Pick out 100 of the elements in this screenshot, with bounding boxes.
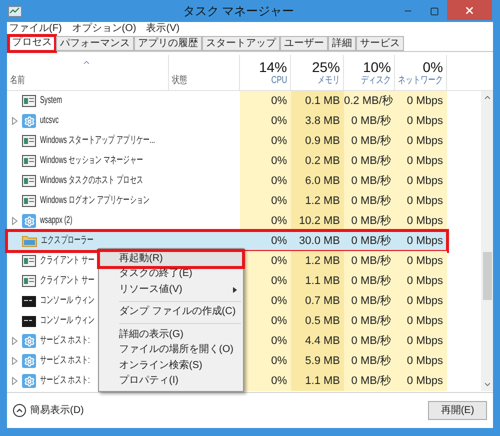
network-cell: 0 Mbps	[395, 131, 447, 151]
disk-cell: 0 MB/秒	[344, 331, 395, 351]
window-icon	[22, 155, 36, 167]
resume-button[interactable]: 再開(E)	[428, 401, 487, 420]
disk-cell: 0.2 MB/秒	[344, 91, 395, 111]
scroll-up-icon[interactable]	[482, 93, 492, 102]
memory-cell: 5.9 MB	[291, 351, 344, 371]
tab[interactable]: パフォーマンス	[56, 36, 134, 51]
expand-arrow-icon[interactable]	[12, 377, 18, 385]
context-menu-item[interactable]: タスクの終了(E)	[99, 266, 243, 282]
window-icon	[22, 255, 36, 267]
window-icon	[22, 95, 36, 107]
disk-cell: 0 MB/秒	[344, 171, 395, 191]
gear-icon	[22, 354, 36, 368]
column-percent: 0%	[422, 59, 443, 75]
cpu-cell: 0%	[240, 211, 291, 231]
close-button[interactable]	[447, 0, 492, 20]
console-icon	[22, 296, 36, 306]
context-menu-item[interactable]: ダンプ ファイルの作成(C)	[99, 304, 243, 320]
cpu-cell: 0%	[240, 151, 291, 171]
network-cell: 0 Mbps	[395, 271, 447, 291]
expand-arrow-icon[interactable]	[12, 337, 18, 345]
network-cell: 0 Mbps	[395, 111, 447, 131]
memory-cell: 1.2 MB	[291, 191, 344, 211]
column-header[interactable]: CPU	[271, 75, 287, 87]
disk-cell: 0 MB/秒	[344, 111, 395, 131]
context-menu-item[interactable]: ファイルの場所を開く(O)	[99, 342, 243, 358]
memory-cell: 0.1 MB	[291, 91, 344, 111]
memory-cell: 1.1 MB	[291, 371, 344, 391]
cpu-cell: 0%	[240, 91, 291, 111]
fewer-details-button[interactable]: 簡易表示(D)	[13, 403, 84, 418]
memory-cell: 0.5 MB	[291, 311, 344, 331]
column-percent: 10%	[362, 59, 391, 75]
folder-icon	[22, 235, 37, 247]
process-name: Windows セッション マネージャー	[40, 154, 144, 168]
memory-cell: 6.0 MB	[291, 171, 344, 191]
app-icon	[8, 6, 22, 16]
memory-cell: 4.4 MB	[291, 331, 344, 351]
network-cell: 0 Mbps	[395, 151, 447, 171]
column-header[interactable]: メモリ	[318, 75, 340, 87]
column-percent: 14%	[258, 59, 287, 75]
expand-arrow-icon[interactable]	[12, 117, 18, 125]
process-name: コンソール ウィン	[40, 294, 95, 308]
selected-row[interactable]: エクスプローラー 0% 30.0 MB 0 MB/秒 0 Mbps	[7, 231, 447, 251]
network-cell: 0 Mbps	[395, 331, 447, 351]
memory-cell: 0.7 MB	[291, 291, 344, 311]
menu-item[interactable]: ファイル(F)	[9, 22, 62, 36]
network-cell: 0 Mbps	[395, 191, 447, 211]
tab[interactable]: アプリの履歴	[134, 36, 202, 51]
disk-cell-text: 0 MB/秒	[350, 234, 392, 249]
disk-cell: 0 MB/秒	[344, 211, 395, 231]
column-header[interactable]: ネットワーク	[398, 75, 443, 87]
network-cell: 0 Mbps	[395, 211, 447, 231]
process-name: サービス ホスト:	[40, 374, 90, 388]
disk-cell: 0 MB/秒	[344, 311, 395, 331]
process-name: クライアント サー	[40, 274, 95, 288]
scroll-thumb[interactable]	[482, 252, 492, 300]
memory-cell: 3.8 MB	[291, 111, 344, 131]
window-icon	[22, 195, 36, 207]
tab[interactable]: ユーザー	[280, 36, 328, 51]
process-name: Windows ログオン アプリケーション	[40, 194, 150, 208]
tab[interactable]: プロセス	[8, 35, 56, 51]
column-header[interactable]: ディスク	[361, 75, 391, 87]
disk-cell: 0 MB/秒	[344, 371, 395, 391]
context-menu-item[interactable]: プロパティ(I)	[99, 374, 243, 389]
network-cell: 0 Mbps	[395, 251, 447, 271]
process-name: エクスプローラー	[41, 234, 94, 248]
window-title: タスク マネージャー	[182, 3, 296, 20]
gear-icon	[22, 114, 36, 128]
context-menu-item[interactable]: 詳細の表示(G)	[99, 327, 243, 342]
close-icon	[464, 4, 475, 16]
expand-arrow-icon[interactable]	[12, 217, 18, 225]
window-icon	[22, 175, 36, 187]
tab[interactable]: サービス	[356, 36, 404, 51]
process-name: wsappx (2)	[40, 214, 72, 228]
column-header[interactable]: 名前	[10, 75, 25, 87]
menu-item[interactable]: オプション(O)	[72, 22, 136, 36]
cpu-cell: 0%	[240, 171, 291, 191]
process-name: Windows タスクのホスト プロセス	[40, 174, 144, 188]
memory-cell: 1.1 MB	[291, 271, 344, 291]
disk-cell: 0 MB/秒	[344, 151, 395, 171]
tab[interactable]: スタートアップ	[202, 36, 280, 51]
process-name: サービス ホスト:	[40, 354, 90, 368]
window-icon	[22, 135, 36, 147]
disk-cell: 0 MB/秒	[344, 191, 395, 211]
menu-item[interactable]: 表示(V)	[146, 22, 180, 36]
cpu-cell: 0%	[240, 191, 291, 211]
context-menu-item[interactable]: リソース値(V)	[99, 282, 243, 298]
tab[interactable]: 詳細	[328, 36, 356, 51]
process-name: サービス ホスト:	[40, 334, 90, 348]
memory-cell: 0.2 MB	[291, 151, 344, 171]
scroll-down-icon[interactable]	[482, 380, 492, 389]
column-percent: 25%	[312, 59, 340, 75]
column-header[interactable]: 状態	[172, 75, 187, 87]
expand-arrow-icon[interactable]	[12, 357, 18, 365]
scrollbar[interactable]	[481, 91, 493, 391]
process-name: コンソール ウィン	[40, 314, 95, 328]
disk-cell: 0 MB/秒	[344, 271, 395, 291]
context-menu-item[interactable]: オンライン検索(S)	[99, 358, 243, 374]
context-menu-item[interactable]: 再起動(R)	[99, 251, 243, 266]
